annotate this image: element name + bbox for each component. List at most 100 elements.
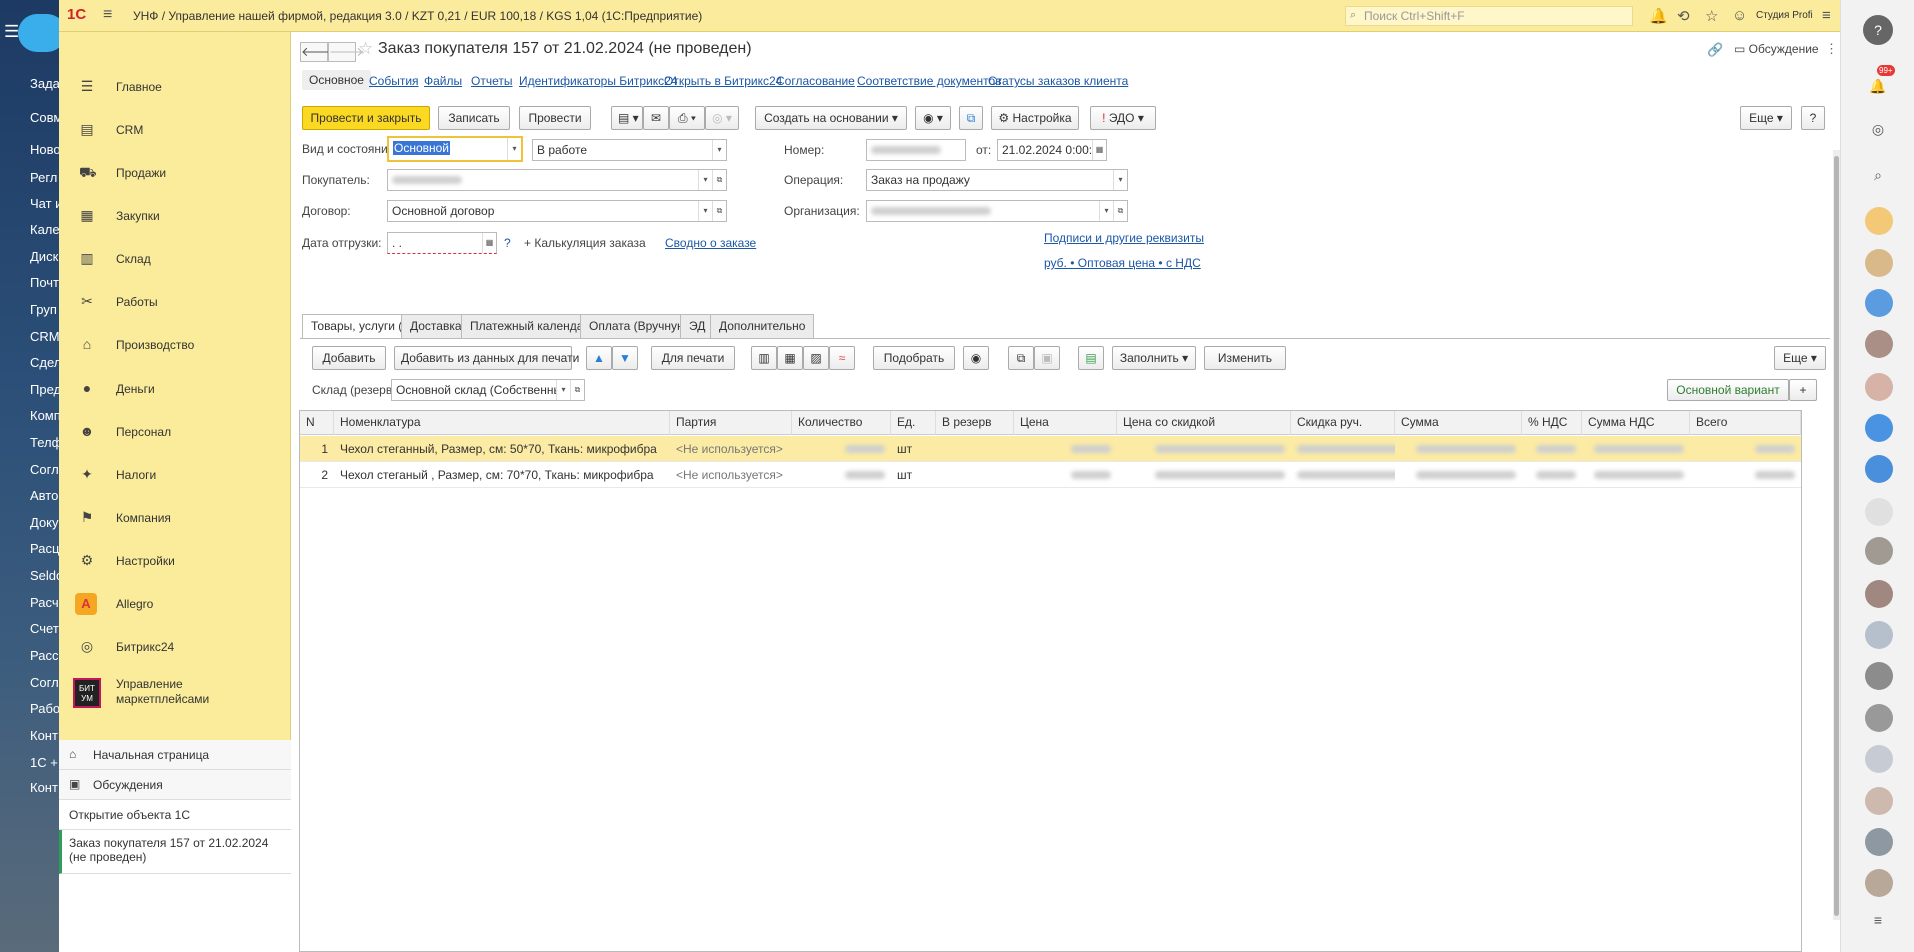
avatar[interactable] [1865, 537, 1893, 565]
discussion-button[interactable]: ▭ Обсуждение [1734, 42, 1819, 56]
sidebar-item-people[interactable]: ☻ Персонал [59, 413, 291, 451]
sidebar-item-tools[interactable]: ✂ Работы [59, 283, 291, 321]
chevron-down-icon[interactable]: ▾ [507, 138, 521, 160]
settings-menu-icon[interactable]: ≡ [1822, 7, 1831, 24]
scrollbar-thumb[interactable] [1834, 156, 1839, 916]
column-header[interactable]: N [300, 411, 334, 435]
move-down-icon[interactable]: ▼ [612, 346, 638, 370]
table-icon[interactable]: ▤ [1078, 346, 1104, 370]
create-based-button[interactable]: Создать на основании ▾ [755, 106, 907, 130]
bell-icon[interactable]: 🔔 99+ [1863, 65, 1895, 101]
main-variant-button[interactable]: Основной вариант [1667, 379, 1789, 401]
section-tab[interactable]: Согласование [776, 74, 855, 88]
calculation-button[interactable]: + Калькуляция заказа [524, 236, 646, 250]
eye-icon[interactable]: ◉ [963, 346, 989, 370]
table-more-button[interactable]: Еще ▾ [1774, 346, 1826, 370]
column-header[interactable]: % НДС [1522, 411, 1582, 435]
sidebar-item-tax[interactable]: ✦ Налоги [59, 456, 291, 494]
avatar[interactable] [1865, 249, 1893, 277]
section-tab[interactable]: Отчеты [471, 74, 512, 88]
sidebar-item-crm[interactable]: ▤ CRM [59, 111, 291, 149]
column-header[interactable]: Цена [1014, 411, 1117, 435]
date-field[interactable]: 21.02.2024 0:00:00 ▦ [997, 139, 1107, 161]
user-name[interactable]: Студия Profi [1756, 10, 1813, 21]
discussions-item[interactable]: ▣ Обсуждения [59, 770, 291, 800]
pick-button[interactable]: Подобрать [873, 346, 955, 370]
chevron-down-icon[interactable]: ▾ [1099, 201, 1113, 221]
email-icon[interactable]: ✉ [643, 106, 669, 130]
column-header[interactable]: Количество [792, 411, 891, 435]
avatar[interactable] [1865, 704, 1893, 732]
sidebar-item-flag[interactable]: ⚑ Компания [59, 499, 291, 537]
avatar[interactable] [1865, 828, 1893, 856]
chevron-down-icon[interactable]: ▾ [556, 380, 570, 400]
more-button[interactable]: Еще ▾ [1740, 106, 1792, 130]
structure-icon[interactable]: ⧉ [959, 106, 983, 130]
calendar-icon[interactable]: ▦ [482, 233, 496, 253]
section-tab[interactable]: Идентификаторы Битрикс24 [519, 74, 677, 88]
table-row[interactable]: 1 Чехол стеганный, Размер, см: 50*70, Тка… [300, 436, 1801, 462]
sidebar-item-warehouse[interactable]: ▥ Склад [59, 240, 291, 278]
paste-icon[interactable]: ▣ [1034, 346, 1060, 370]
current-document-item[interactable]: Заказ покупателя 157 от 21.02.2024 (не п… [59, 830, 291, 874]
split-icon[interactable]: ≈ [829, 346, 855, 370]
avatar[interactable] [1865, 745, 1893, 773]
add-variant-button[interactable]: + [1789, 379, 1817, 401]
section-tab[interactable]: Основное [302, 70, 371, 90]
avatar[interactable] [1865, 289, 1893, 317]
link-icon[interactable]: 🔗 [1707, 42, 1723, 58]
post-button[interactable]: Провести [519, 106, 591, 130]
price-settings-link[interactable]: руб. • Оптовая цена • с НДС [1044, 256, 1201, 270]
buyer-field[interactable]: ▾ ⧉ [387, 169, 727, 191]
avatar[interactable] [1865, 580, 1893, 608]
section-tab[interactable]: События [369, 74, 419, 88]
copy-icon[interactable]: ⧉ [1008, 346, 1034, 370]
sidebar-item-money[interactable]: ● Деньги [59, 370, 291, 408]
order-summary-link[interactable]: Сводно о заказе [665, 236, 756, 250]
avatar[interactable] [1865, 455, 1893, 483]
more-vert-icon[interactable]: ⋮ [1825, 41, 1838, 57]
search-icon[interactable]: ⌕ [1863, 160, 1893, 190]
warehouse-field[interactable]: Основной склад (Собственные склады)▾⧉ [391, 379, 585, 401]
search-input[interactable]: ⌕ Поиск Ctrl+Shift+F [1345, 6, 1633, 26]
column-header[interactable]: Сумма [1395, 411, 1522, 435]
kind-select[interactable]: Основной ▾ [387, 136, 523, 162]
opening-object-item[interactable]: Открытие объекта 1С [59, 800, 291, 830]
sidebar-item-allegro[interactable]: A Allegro [59, 585, 291, 623]
section-tab[interactable]: Соответствие документов [857, 74, 1002, 88]
contract-field[interactable]: Основной договор ▾ ⧉ [387, 200, 727, 222]
chevron-down-icon[interactable]: ▾ [698, 170, 712, 190]
chevron-down-icon[interactable]: ▾ [1113, 170, 1127, 190]
fill-button[interactable]: Заполнить ▾ [1112, 346, 1196, 370]
save-button[interactable]: Записать [438, 106, 510, 130]
avatar[interactable] [1865, 330, 1893, 358]
chevron-down-icon[interactable]: ▾ [712, 140, 726, 160]
help-button[interactable]: ? [1801, 106, 1825, 130]
avatar[interactable] [1865, 207, 1893, 235]
column-header[interactable]: Сумма НДС [1582, 411, 1690, 435]
avatar[interactable] [1865, 498, 1893, 526]
organization-field[interactable]: ▾ ⧉ [866, 200, 1128, 222]
column-header[interactable]: Номенклатура [334, 411, 670, 435]
chat-icon[interactable]: ◎ [1863, 114, 1893, 144]
section-tab[interactable]: Статусы заказов клиента [988, 74, 1128, 88]
avatar[interactable] [1865, 787, 1893, 815]
vertical-scrollbar[interactable] [1833, 150, 1840, 920]
scanner-icon[interactable]: ▦ [777, 346, 803, 370]
column-header[interactable]: Ед. [891, 411, 936, 435]
post-and-close-button[interactable]: Провести и закрыть [302, 106, 430, 130]
table-row[interactable]: 2 Чехол стеганый , Размер, см: 70*70, Тка… [300, 462, 1801, 488]
signatures-link[interactable]: Подписи и другие реквизиты [1044, 231, 1204, 245]
section-tab[interactable]: Открыть в Битрикс24 [664, 74, 782, 88]
help-icon[interactable]: ? [1863, 15, 1893, 45]
history-icon[interactable]: ⟲ [1677, 7, 1690, 25]
sidebar-item-menu[interactable]: ☰ Главное [59, 68, 291, 106]
add-button[interactable]: Добавить [312, 346, 386, 370]
home-page-item[interactable]: ⌂ Начальная страница [59, 740, 291, 770]
column-header[interactable]: Скидка руч. [1291, 411, 1395, 435]
sidebar-item-purchase[interactable]: ▦ Закупки [59, 197, 291, 235]
favorite-star-icon[interactable]: ☆ [358, 39, 373, 59]
open-icon[interactable]: ⧉ [712, 170, 726, 190]
open-icon[interactable]: ⧉ [712, 201, 726, 221]
user-icon[interactable]: ☺ [1732, 7, 1747, 24]
